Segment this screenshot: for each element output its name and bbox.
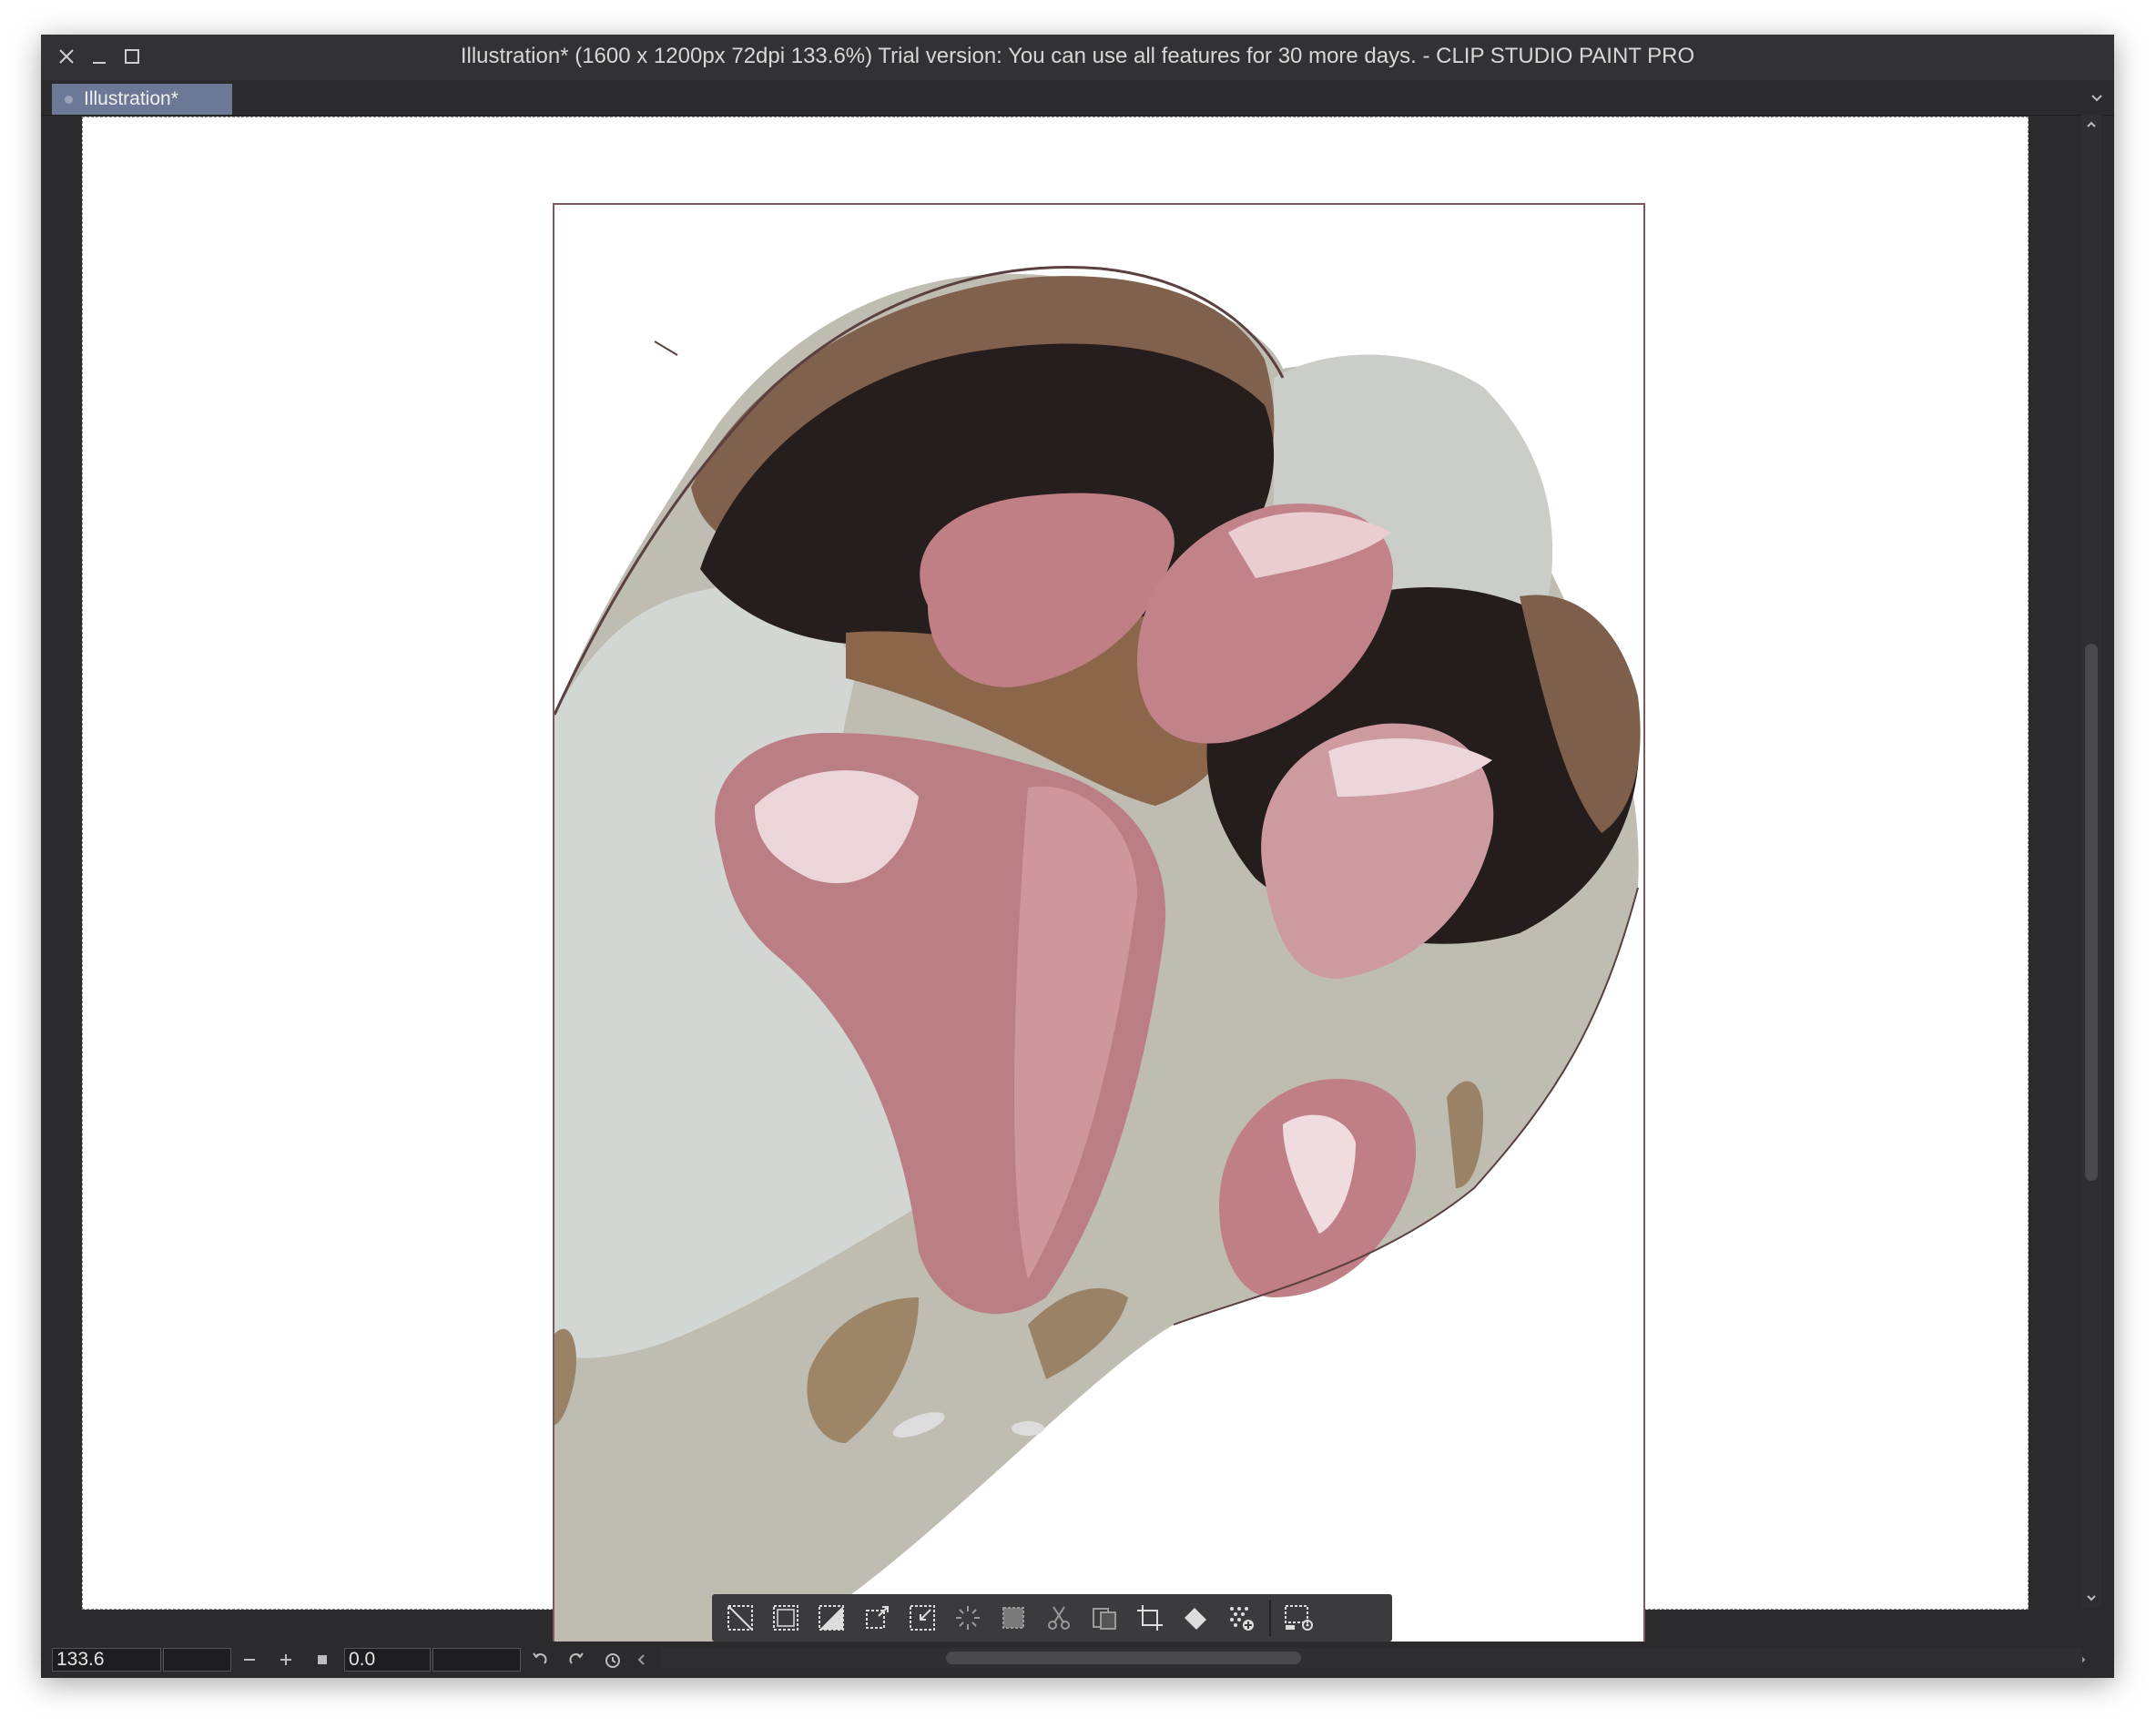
horizontal-scrollbar[interactable] <box>662 1648 2082 1668</box>
deselect-icon[interactable] <box>717 1597 763 1639</box>
selection-launcher <box>712 1594 1392 1642</box>
rotate-right-icon[interactable] <box>564 1646 588 1673</box>
tab-menu-chevron-icon[interactable] <box>2089 89 2105 110</box>
stray-stroke <box>654 341 678 356</box>
fit-icon[interactable] <box>310 1646 334 1673</box>
selection-settings-icon[interactable] <box>1276 1597 1322 1639</box>
zoom-slider[interactable] <box>163 1648 231 1672</box>
tab-label: Illustration* <box>84 88 178 109</box>
fill-icon[interactable] <box>1173 1597 1218 1639</box>
selection-spinner-icon[interactable] <box>945 1597 991 1639</box>
vertical-scrollbar[interactable] <box>2081 115 2101 1608</box>
fill-selection-icon[interactable] <box>991 1597 1036 1639</box>
cut-icon[interactable] <box>1036 1597 1082 1639</box>
zoom-field[interactable]: 133.6 <box>52 1648 161 1672</box>
expand-selection-icon[interactable] <box>854 1597 900 1639</box>
scroll-left-icon[interactable] <box>635 1646 649 1673</box>
stray-dab-2 <box>1012 1421 1044 1436</box>
tone-icon[interactable] <box>1218 1597 1264 1639</box>
title-bar: Illustration* (1600 x 1200px 72dpi 133.6… <box>41 35 2114 80</box>
vertical-scroll-thumb[interactable] <box>2085 643 2098 1182</box>
horizontal-scroll-thumb[interactable] <box>946 1652 1301 1664</box>
shrink-selection-icon[interactable] <box>900 1597 945 1639</box>
scroll-down-icon[interactable] <box>2081 1588 2101 1608</box>
canvas-area[interactable] <box>82 117 2029 1660</box>
rotation-slider[interactable] <box>432 1648 521 1672</box>
zoom-out-icon[interactable] <box>238 1646 261 1673</box>
invert-selection-icon[interactable] <box>808 1597 854 1639</box>
document-tab-bar: Illustration* <box>41 80 2114 116</box>
scroll-up-icon[interactable] <box>2081 115 2101 135</box>
tab-illustration[interactable]: Illustration* <box>52 84 232 115</box>
rotation-field[interactable]: 0.0 <box>344 1648 431 1672</box>
zoom-in-icon[interactable] <box>274 1646 298 1673</box>
app-window: Illustration* (1600 x 1200px 72dpi 133.6… <box>41 35 2114 1678</box>
tab-status-icon <box>65 95 73 104</box>
select-all-icon[interactable] <box>763 1597 808 1639</box>
crop-icon[interactable] <box>1127 1597 1173 1639</box>
rotate-left-icon[interactable] <box>528 1646 552 1673</box>
painting <box>554 266 1641 1658</box>
illustration-canvas[interactable] <box>553 203 1645 1660</box>
copy-paste-icon[interactable] <box>1082 1597 1127 1639</box>
toolbar-separator <box>1269 1600 1271 1636</box>
window-title: Illustration* (1600 x 1200px 72dpi 133.6… <box>460 44 1695 68</box>
reset-rotation-icon[interactable] <box>601 1646 625 1673</box>
